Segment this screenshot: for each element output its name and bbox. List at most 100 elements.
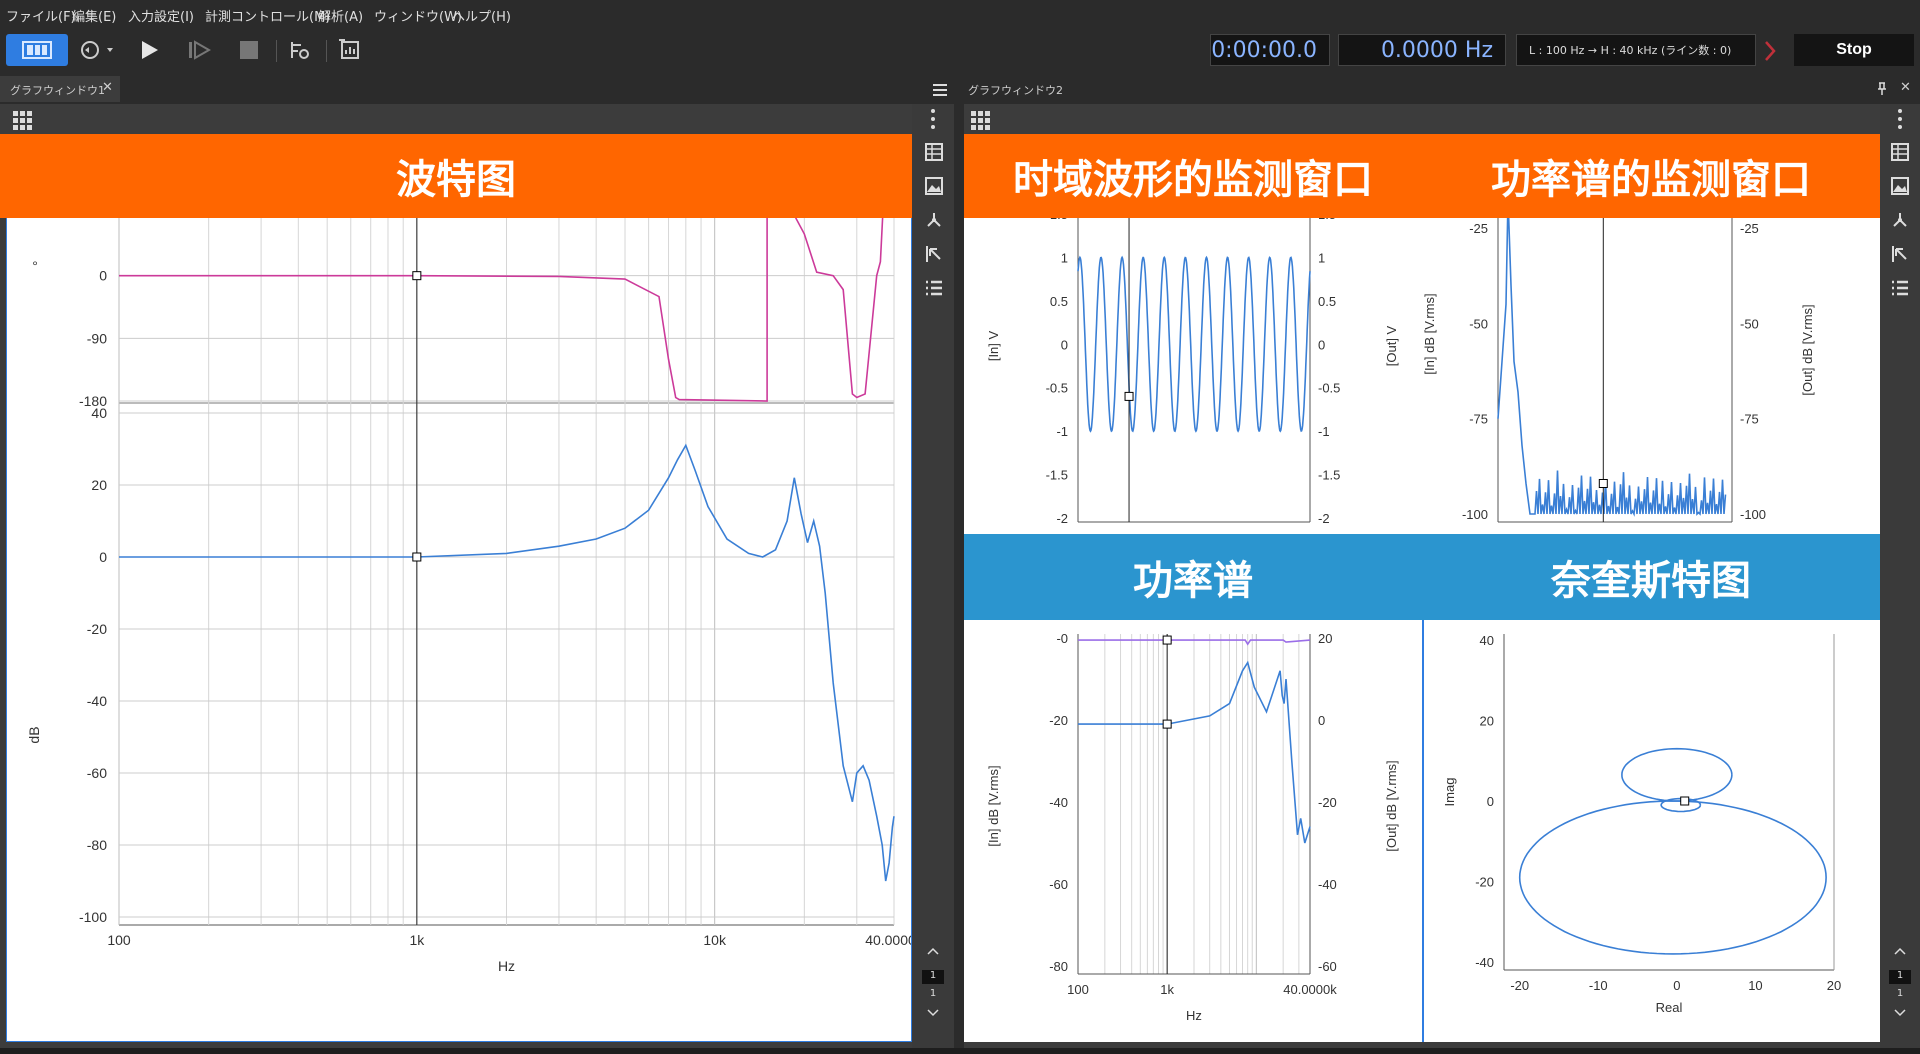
cursor-icon[interactable] [924, 244, 944, 264]
x-tick-label: -20 [1510, 978, 1529, 993]
y2-tick-label: -1 [1318, 424, 1330, 439]
y-tick-label: -100 [1462, 507, 1488, 522]
table-icon[interactable] [1890, 142, 1910, 162]
y2-axis-label: [Out] dB [V.rms] [1800, 304, 1815, 395]
y2-tick-label: -2 [1318, 511, 1330, 526]
y2-tick-label: 0 [1318, 713, 1325, 728]
y-tick-label: 1 [1061, 250, 1068, 265]
y-tick-label: -1.5 [1046, 468, 1068, 483]
list-icon[interactable] [924, 278, 944, 298]
y-tick-label: 0 [1487, 794, 1494, 809]
nyquist-upper-loop [1621, 747, 1733, 802]
y-tick-label: -100 [79, 909, 107, 925]
x-tick-label: -10 [1589, 978, 1608, 993]
y2-tick-label: -75 [1740, 412, 1759, 427]
grid-layout-icon[interactable] [12, 110, 34, 132]
y-tick-label: -0.5 [1046, 381, 1068, 396]
menu-file[interactable]: ファイル(F) [6, 6, 76, 25]
step-icon [189, 40, 211, 60]
tab-graph-window-2[interactable]: グラフウィンドウ2 [968, 82, 1063, 98]
toolbar-divider [326, 40, 327, 62]
y2-tick-label: -20 [1318, 795, 1337, 810]
cursor-marker [1598, 478, 1608, 488]
list-icon[interactable] [1890, 278, 1910, 298]
menu-edit[interactable]: 編集(E) [72, 6, 116, 25]
step-button[interactable] [184, 34, 214, 66]
measure-settings-button[interactable] [284, 34, 314, 66]
hamburger-menu-icon[interactable] [932, 82, 948, 98]
tab-graph-window-1[interactable]: グラフウィンドウ1 ✕ [0, 76, 120, 102]
more-vertical-icon[interactable] [930, 108, 936, 130]
page-number: 1 [922, 970, 944, 984]
cursor-marker [1124, 391, 1134, 401]
generator-icon [81, 41, 113, 59]
stop-button[interactable]: Stop [1794, 34, 1914, 66]
generator-dropdown-button[interactable] [78, 34, 118, 66]
y2-tick-label: -40 [1318, 877, 1337, 892]
banner-time-monitor: 时域波形的监测窗口 [1013, 157, 1373, 203]
close-icon[interactable]: ✕ [102, 80, 113, 95]
export-data-button[interactable] [334, 34, 366, 66]
y-tick-label: -20 [87, 621, 107, 637]
y-tick-label: -2 [1056, 511, 1068, 526]
chevron-up-icon[interactable] [1893, 946, 1907, 956]
chevron-right-icon[interactable] [1764, 40, 1776, 62]
graph-window-1-sidebar: 1 1 [912, 104, 954, 1048]
menu-help[interactable]: ヘルプ(H) [452, 6, 511, 25]
image-icon[interactable] [1890, 176, 1910, 196]
menu-window[interactable]: ウィンドウ(W) [374, 6, 462, 25]
menu-measurement-control[interactable]: 計測コントロール(M) [205, 6, 330, 25]
x-tick-label: 40.0000k [1283, 982, 1337, 997]
y2-tick-label: -25 [1740, 221, 1759, 236]
y-tick-label: 20 [91, 477, 107, 493]
y-axis-label: Imag [1442, 778, 1457, 807]
banner-nyquist: 奈奎斯特图 [1551, 558, 1751, 604]
grid-layout-icon[interactable] [970, 110, 992, 132]
x-tick-label: 100 [107, 932, 131, 948]
nyquist-chart: 40 20 0 -20 -40 -20 -10 0 10 20 Real Imag [1442, 633, 1841, 1015]
banner-spectrum-monitor: 功率谱的监测窗口 [1491, 157, 1811, 203]
x-tick-label: 10k [703, 932, 727, 948]
chevron-down-icon[interactable] [1893, 1008, 1907, 1018]
y-tick-label: 20 [1480, 714, 1494, 729]
spectrum-monitor-trace [1497, 197, 1727, 517]
y-tick-label: -75 [1469, 412, 1488, 427]
waveform-trace [1077, 255, 1311, 433]
y-tick-label: -1 [1056, 424, 1068, 439]
elapsed-time-display: 0:00:00.0 [1210, 34, 1330, 66]
y-tick-label: 0 [99, 549, 107, 565]
frequency-display: 0.0000 Hz [1338, 34, 1506, 66]
close-icon[interactable]: ✕ [1900, 80, 1911, 95]
play-button[interactable] [134, 34, 164, 66]
cursor-icon[interactable] [1890, 244, 1910, 264]
menu-analysis[interactable]: 解析(A) [318, 6, 363, 25]
y2-tick-label: 0 [1318, 337, 1325, 352]
layout-mode-button[interactable] [6, 34, 68, 66]
window-splitter[interactable] [954, 72, 964, 1054]
y-tick-label: -90 [87, 330, 107, 346]
graph-window-2-toolbar [964, 104, 1880, 134]
chevron-down-icon[interactable] [926, 1008, 940, 1018]
y-tick-label: -40 [87, 693, 107, 709]
stop-square-button[interactable] [234, 34, 264, 66]
y-tick-label: 0 [1061, 337, 1068, 352]
chevron-up-icon[interactable] [926, 946, 940, 956]
menu-input-settings[interactable]: 入力設定(I) [128, 6, 194, 25]
y-tick-label: -80 [87, 837, 107, 853]
more-vertical-icon[interactable] [1897, 108, 1903, 130]
table-icon[interactable] [924, 142, 944, 162]
y-axis-label: ° [32, 258, 38, 274]
page-count: 1 [1896, 988, 1904, 999]
banner-orange-row: 时域波形的监测窗口 功率谱的监测窗口 [964, 134, 1880, 218]
y-axis-label: dB [26, 726, 42, 743]
image-icon[interactable] [924, 176, 944, 196]
axis-icon[interactable] [924, 210, 944, 230]
axis-icon[interactable] [1890, 210, 1910, 230]
y-tick-label: 40 [91, 405, 107, 421]
export-chart-icon [339, 39, 359, 59]
menu-bar: ファイル(F) 編集(E) 入力設定(I) 計測コントロール(M) 解析(A) … [0, 0, 1920, 28]
x-tick-label: 40.0000k [865, 932, 911, 948]
pin-icon[interactable] [1876, 82, 1888, 96]
x-axis-label: Real [1656, 1000, 1683, 1015]
tab-label: グラフウィンドウ1 [10, 84, 105, 97]
